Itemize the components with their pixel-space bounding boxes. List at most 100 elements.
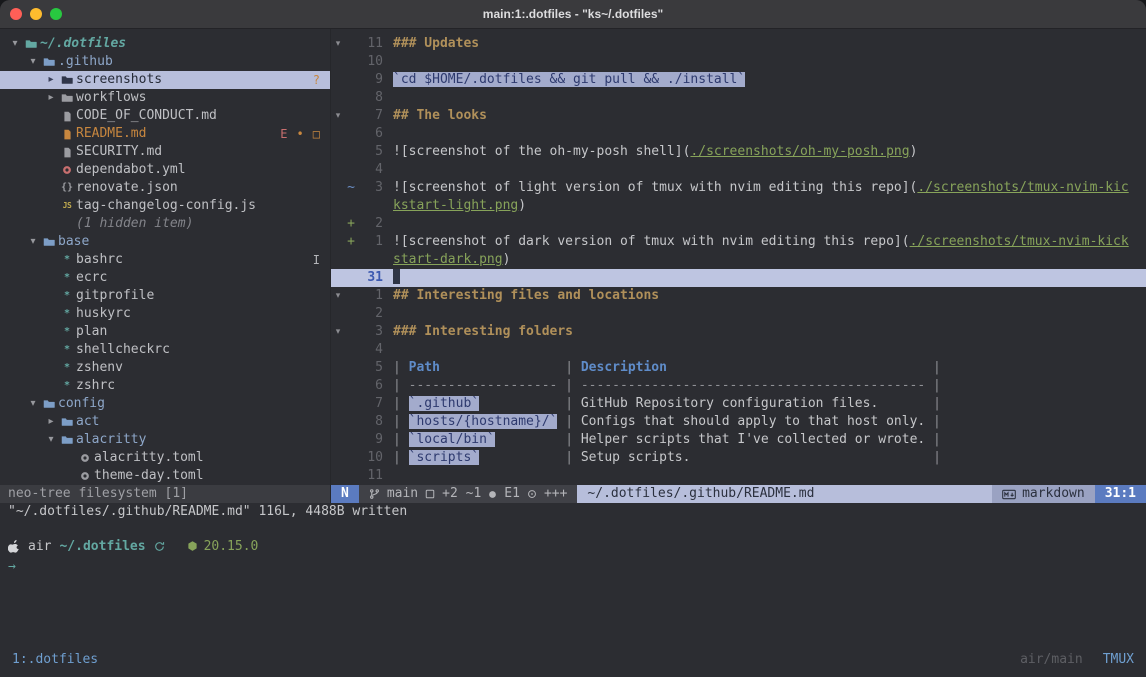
git-sign-column [345, 431, 357, 449]
editor-line-8[interactable]: 8 [331, 89, 1146, 107]
text-segment-fg: ) [910, 144, 918, 159]
tree-item-act[interactable]: ▸act [0, 413, 330, 431]
shell-icon: * [58, 287, 76, 305]
minimize-button[interactable] [30, 8, 42, 20]
editor-line-wrap[interactable]: start-dark.png) [331, 251, 1146, 269]
diff-icon [425, 489, 435, 499]
close-button[interactable] [10, 8, 22, 20]
gear-icon [76, 470, 94, 482]
zoom-button[interactable] [50, 8, 62, 20]
fold-column [331, 467, 345, 485]
editor-line-6[interactable]: 6 [331, 125, 1146, 143]
editor-line-5[interactable]: 5![screenshot of the oh-my-posh shell](.… [331, 143, 1146, 161]
tree-item-security-md[interactable]: SECURITY.md [0, 143, 330, 161]
fold-icon[interactable]: ▾ [331, 35, 345, 53]
editor-line-7[interactable]: 7| `.github` | GitHub Repository configu… [331, 395, 1146, 413]
tree-item-shellcheckrc[interactable]: *shellcheckrc [0, 341, 330, 359]
tmux-window-name[interactable]: 1:.dotfiles [12, 652, 98, 667]
tree-item-base[interactable]: ▾base [0, 233, 330, 251]
doc-icon [58, 128, 76, 141]
editor-line-11[interactable]: 11 [331, 467, 1146, 485]
tree-item-bashrc[interactable]: *bashrcI [0, 251, 330, 269]
text-segment-punct: | [925, 414, 941, 429]
line-number: 9 [357, 431, 383, 449]
shell-icon: * [58, 359, 76, 377]
text-segment-punct: | [393, 414, 409, 429]
editor-line-5[interactable]: 5| Path | Description | [331, 359, 1146, 377]
editor-line-10[interactable]: 10| `scripts` | Setup scripts. | [331, 449, 1146, 467]
tree-item-renovate-json[interactable]: {}renovate.json [0, 179, 330, 197]
editor-line-31[interactable]: 31 [331, 269, 1146, 287]
tree-item-theme-day-toml[interactable]: theme-day.toml [0, 467, 330, 485]
line-text: | Path | Description | [393, 359, 1146, 377]
tree-item-tag-changelog-config-js[interactable]: JStag-changelog-config.js [0, 197, 330, 215]
chevron-down-icon[interactable]: ▾ [26, 233, 40, 251]
titlebar[interactable]: main:1:.dotfiles - "ks~/.dotfiles" [0, 0, 1146, 29]
chevron-down-icon[interactable]: ▾ [26, 53, 40, 71]
tree-item-huskyrc[interactable]: *huskyrc [0, 305, 330, 323]
fold-icon[interactable]: ▾ [331, 323, 345, 341]
tree-item-gitprofile[interactable]: *gitprofile [0, 287, 330, 305]
line-number: 1 [357, 287, 383, 305]
editor-line-7[interactable]: ▾7## The looks [331, 107, 1146, 125]
editor-line-3[interactable]: ~3![screenshot of light version of tmux … [331, 179, 1146, 197]
tree-item-label: bashrc [76, 251, 123, 269]
error-icon [488, 490, 497, 499]
tree-item-code-of-conduct-md[interactable]: CODE_OF_CONDUCT.md [0, 107, 330, 125]
text-segment-punct: | [479, 450, 581, 465]
tree-item-config[interactable]: ▾config [0, 395, 330, 413]
tree-item-alacritty-toml[interactable]: alacritty.toml [0, 449, 330, 467]
traffic-lights [10, 0, 62, 28]
hunk-icon [527, 489, 537, 499]
tree-item-workflows[interactable]: ▸workflows [0, 89, 330, 107]
tree-item-github[interactable]: ▾.github [0, 53, 330, 71]
tree-item-dependabot-yml[interactable]: dependabot.yml [0, 161, 330, 179]
tree-item-plan[interactable]: *plan [0, 323, 330, 341]
chevron-right-icon[interactable]: ▸ [44, 71, 58, 89]
editor-line-10[interactable]: 10 [331, 53, 1146, 71]
editor-line-2[interactable]: 2 [331, 305, 1146, 323]
shell-input-line[interactable]: → [8, 559, 16, 577]
editor-line-4[interactable]: 4 [331, 161, 1146, 179]
editor-line-8[interactable]: 8| `hosts/{hostname}/` | Configs that sh… [331, 413, 1146, 431]
tree-item-ecrc[interactable]: *ecrc [0, 269, 330, 287]
editor-line-1[interactable]: +1![screenshot of dark version of tmux w… [331, 233, 1146, 251]
chevron-down-icon[interactable]: ▾ [44, 431, 58, 449]
tree-item-zshrc[interactable]: *zshrc [0, 377, 330, 395]
fold-icon[interactable]: ▾ [331, 107, 345, 125]
git-sign-column: + [345, 233, 357, 251]
tree-item-alacritty[interactable]: ▾alacritty [0, 431, 330, 449]
chevron-right-icon[interactable]: ▸ [44, 89, 58, 107]
gutter-pad [383, 107, 393, 125]
fold-column [331, 197, 345, 215]
gutter-pad [383, 179, 393, 197]
tree-item-screenshots[interactable]: ▸screenshots? [0, 71, 330, 89]
git-sign-column [345, 287, 357, 305]
chevron-right-icon[interactable]: ▸ [44, 413, 58, 431]
chevron-down-icon[interactable]: ▾ [26, 395, 40, 413]
tree-item-dotfiles[interactable]: ▾~/.dotfiles [0, 35, 330, 53]
line-number: 7 [357, 107, 383, 125]
git-sign-column [345, 35, 357, 53]
tree-item-zshenv[interactable]: *zshenv [0, 359, 330, 377]
fold-column [331, 413, 345, 431]
editor-line-1[interactable]: ▾1## Interesting files and locations [331, 287, 1146, 305]
gutter-pad [383, 233, 393, 251]
line-text [393, 305, 1146, 323]
line-text: kstart-light.png) [393, 197, 1146, 215]
chevron-down-icon[interactable]: ▾ [8, 35, 22, 53]
editor-line-11[interactable]: ▾11### Updates [331, 35, 1146, 53]
editor-line-6[interactable]: 6| ------------------- | ---------------… [331, 377, 1146, 395]
tree-item-1-hidden-item[interactable]: (1 hidden item) [0, 215, 330, 233]
apple-icon [8, 539, 20, 553]
editor-line-2[interactable]: +2 [331, 215, 1146, 233]
fold-icon[interactable]: ▾ [331, 287, 345, 305]
text-segment-fg: Configs that should apply to that host o… [581, 414, 925, 429]
editor-line-9[interactable]: 9| `local/bin` | Helper scripts that I'v… [331, 431, 1146, 449]
tree-item-readme-md[interactable]: README.mdE•□ [0, 125, 330, 143]
editor-line-wrap[interactable]: kstart-light.png) [331, 197, 1146, 215]
editor-line-4[interactable]: 4 [331, 341, 1146, 359]
editor-line-9[interactable]: 9`cd $HOME/.dotfiles && git pull && ./in… [331, 71, 1146, 89]
editor-line-3[interactable]: ▾3### Interesting folders [331, 323, 1146, 341]
window-title: main:1:.dotfiles - "ks~/.dotfiles" [483, 7, 663, 21]
